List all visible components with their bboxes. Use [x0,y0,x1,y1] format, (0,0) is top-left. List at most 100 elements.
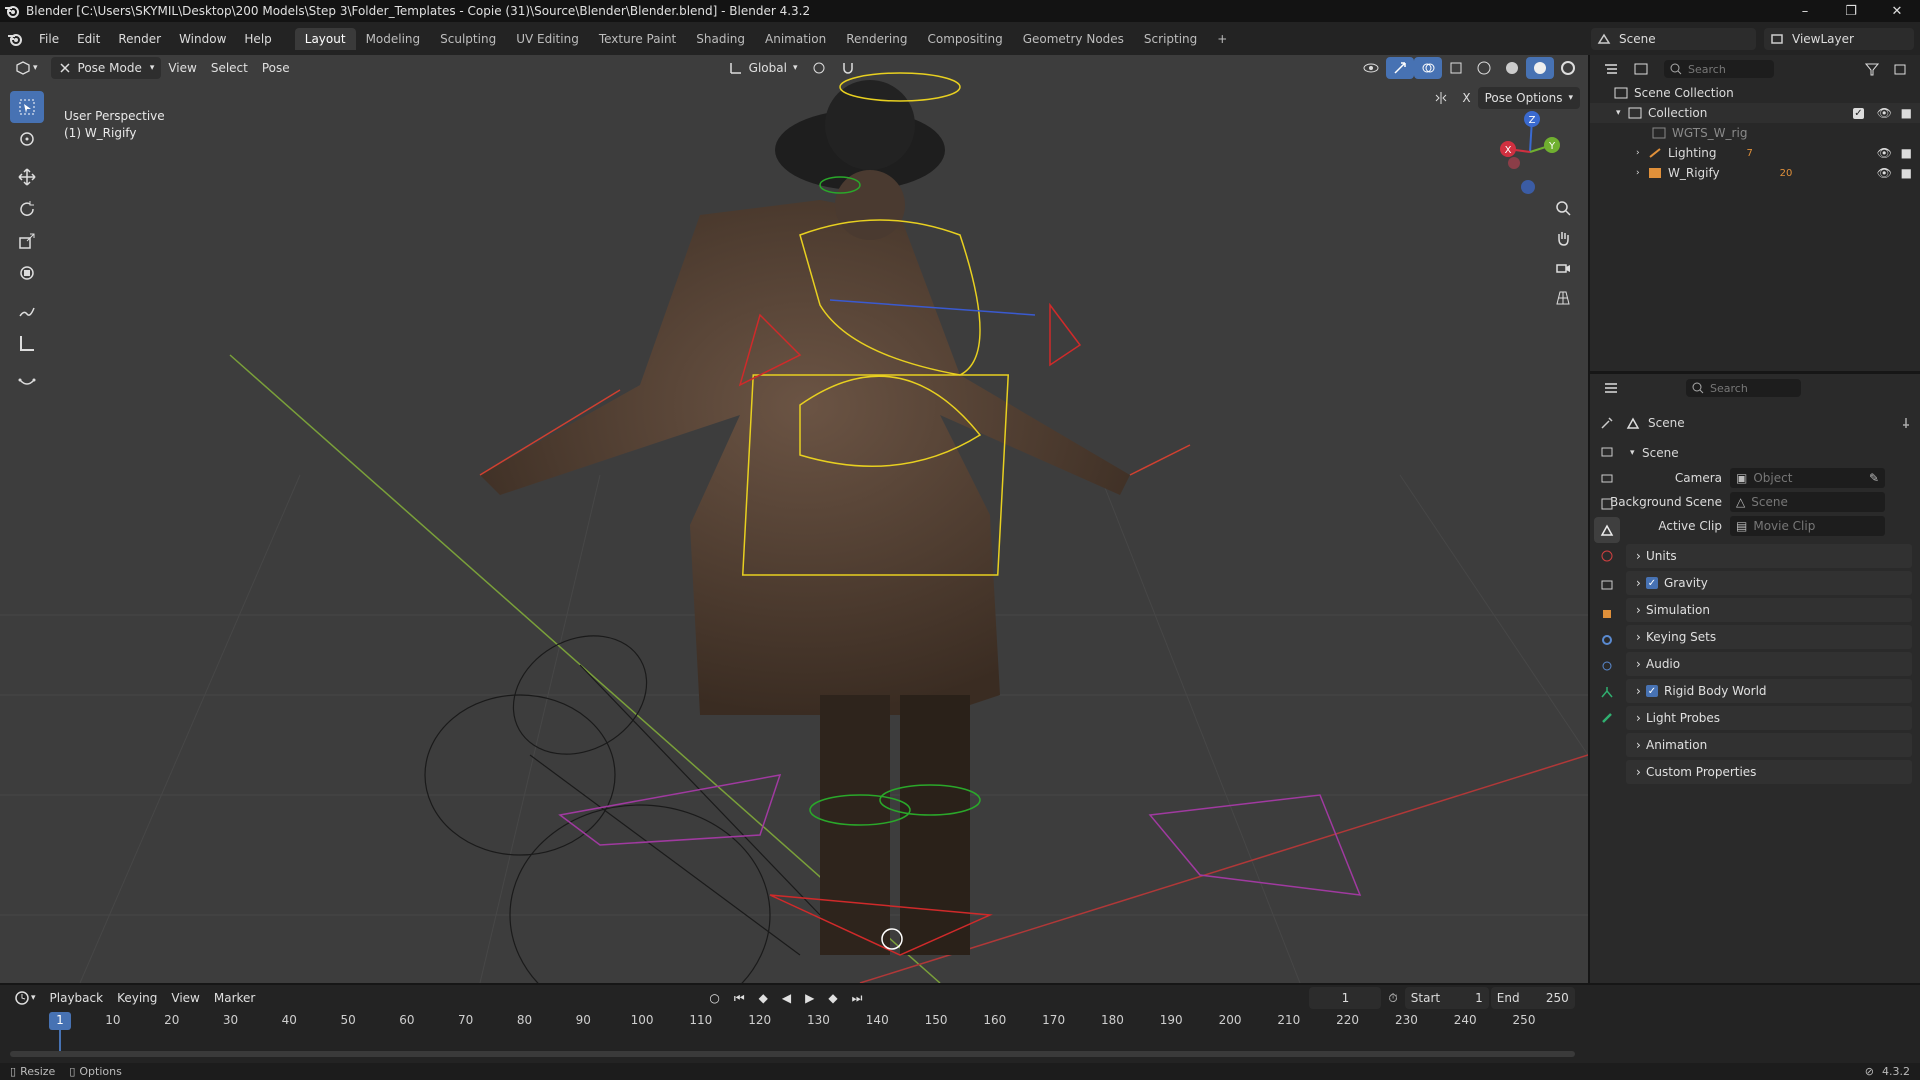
relax-tool[interactable] [10,365,44,397]
neg-z-handle[interactable] [1521,180,1535,194]
eye-icon[interactable]: 👁 [1877,106,1892,120]
tab-shading[interactable]: Shading [686,28,755,50]
tab-compositing[interactable]: Compositing [917,28,1012,50]
panel-simulation[interactable]: › Simulation [1626,598,1912,622]
menu-marker[interactable]: Marker [207,987,262,1009]
maximize-button[interactable]: ❐ [1828,0,1874,22]
outliner-row-wgts[interactable]: WGTS_W_rig [1590,123,1920,143]
transform-orientation-selector[interactable]: Global ▾ [722,57,805,79]
next-keyframe-button[interactable]: ◆ [821,987,844,1009]
panel-audio[interactable]: › Audio [1626,652,1912,676]
mirror-button[interactable] [1427,87,1455,109]
menu-window[interactable]: Window [170,32,235,46]
outliner-row-w-rigify[interactable]: › W_Rigify 20 👁 ■ [1590,163,1920,183]
menu-playback[interactable]: Playback [43,987,111,1009]
tab-physics[interactable] [1594,627,1620,653]
end-frame-field[interactable]: End 250 [1490,987,1575,1009]
x-mirror-toggle[interactable]: X [1455,87,1477,109]
menu-keying[interactable]: Keying [110,987,164,1009]
properties-editor-type[interactable] [1596,377,1626,399]
app-menu-button[interactable] [0,24,30,54]
navigation-gizmo[interactable]: Z Y X [1490,107,1570,197]
background-scene-field[interactable]: △ Scene [1730,492,1885,512]
pan-button[interactable] [1550,225,1576,251]
tab-modeling[interactable]: Modeling [356,28,431,50]
panel-rigid-body-world[interactable]: › ✓ Rigid Body World [1626,679,1912,703]
new-collection-button[interactable] [1886,58,1914,80]
menu-help[interactable]: Help [235,32,280,46]
eyedropper-icon[interactable]: ✎ [1869,471,1879,485]
outliner-row-collection[interactable]: ▾ Collection ✓ 👁 ■ [1590,103,1920,123]
pin-icon[interactable] [1900,417,1912,429]
menu-select[interactable]: Select [204,57,255,79]
measure-tool[interactable] [10,327,44,359]
perspective-toggle[interactable] [1550,285,1576,311]
camera-icon[interactable]: ■ [1901,146,1912,160]
tab-uv-editing[interactable]: UV Editing [506,28,589,50]
pose-options-button[interactable]: Pose Options ▾ [1477,87,1580,109]
camera-icon[interactable]: ■ [1901,106,1912,120]
menu-render[interactable]: Render [109,32,170,46]
timeline-editor-type[interactable]: ▾ [8,987,43,1009]
eye-icon[interactable]: 👁 [1877,166,1892,180]
eye-icon[interactable]: 👁 [1877,146,1892,160]
cursor-tool[interactable] [10,123,44,155]
tab-view-layer[interactable] [1594,491,1620,517]
outliner-search[interactable]: Search [1664,60,1774,78]
transform-tool[interactable] [10,257,44,289]
use-preview-range-toggle[interactable]: ⏱ [1381,987,1404,1009]
tab-texture-paint[interactable]: Texture Paint [589,28,686,50]
checkbox-icon[interactable]: ✓ [1853,107,1870,119]
display-mode-button[interactable] [1626,58,1656,80]
menu-file[interactable]: File [30,32,68,46]
menu-view[interactable]: View [161,57,203,79]
scale-tool[interactable] [10,225,44,257]
outliner-editor-type[interactable] [1596,58,1626,80]
panel-units[interactable]: › Units [1626,544,1912,568]
menu-edit[interactable]: Edit [68,32,109,46]
tab-object[interactable] [1594,601,1620,627]
tab-animation[interactable]: Animation [755,28,836,50]
record-button[interactable]: ○ [702,987,726,1009]
properties-search[interactable]: Search [1686,379,1801,397]
shading-material[interactable] [1526,57,1554,79]
gizmo-toggle[interactable] [1386,57,1414,79]
shading-solid[interactable] [1498,57,1526,79]
camera-field[interactable]: ▣ Object ✎ [1730,468,1885,488]
tab-bone[interactable] [1594,705,1620,731]
neg-x-handle[interactable] [1508,157,1520,169]
xray-toggle[interactable] [1442,57,1470,79]
panel-keying-sets[interactable]: › Keying Sets [1626,625,1912,649]
pivot-point-button[interactable] [804,57,834,79]
camera-icon[interactable]: ■ [1901,166,1912,180]
tab-collection[interactable] [1594,572,1620,598]
prev-keyframe-button[interactable]: ◆ [752,987,775,1009]
gravity-checkbox[interactable]: ✓ [1646,577,1658,589]
timeline-scrollbar[interactable] [10,1051,1575,1057]
visibility-button[interactable] [1356,57,1386,79]
tab-sculpting[interactable]: Sculpting [430,28,506,50]
mode-selector[interactable]: Pose Mode ▾ [50,57,162,79]
camera-view-button[interactable] [1550,255,1576,281]
play-reverse-button[interactable]: ◀ [775,987,798,1009]
current-frame-field[interactable]: 1 [1309,987,1382,1009]
move-tool[interactable] [10,161,44,193]
active-clip-field[interactable]: ▤ Movie Clip [1730,516,1885,536]
editor-type-button[interactable]: ▾ [8,57,45,79]
outliner-row-lighting[interactable]: › Lighting 7 👁 ■ [1590,143,1920,163]
shading-wireframe[interactable] [1470,57,1498,79]
tab-layout[interactable]: Layout [294,27,356,50]
start-frame-field[interactable]: Start 1 [1404,987,1489,1009]
close-button[interactable]: ✕ [1874,0,1920,22]
jump-start-button[interactable]: ⏮ [727,987,752,1009]
timeline-ruler[interactable]: 1 10 20 30 40 50 60 70 80 90 100 110 120 130 140 150 160… [0,1011,1585,1051]
panel-light-probes[interactable]: › Light Probes [1626,706,1912,730]
add-workspace-button[interactable]: + [1207,28,1237,50]
panel-animation[interactable]: › Animation [1626,733,1912,757]
annotate-tool[interactable] [10,295,44,327]
panel-gravity[interactable]: › ✓ Gravity [1626,571,1912,595]
minimize-button[interactable]: – [1782,0,1828,22]
outliner-row-scene-collection[interactable]: Scene Collection [1590,83,1920,103]
overlay-toggle[interactable] [1414,57,1442,79]
tab-scene[interactable] [1594,517,1620,543]
